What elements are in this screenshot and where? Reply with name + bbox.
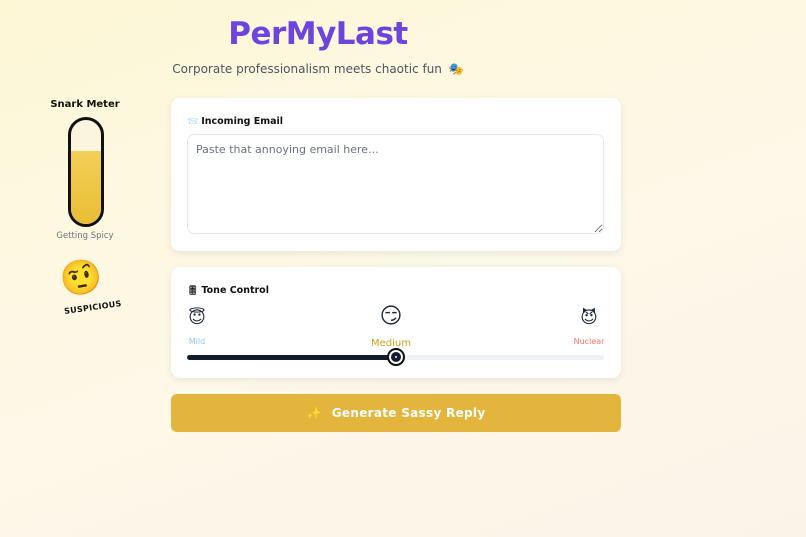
email-input[interactable] — [187, 134, 604, 234]
tone-slider-fill — [187, 355, 396, 360]
incoming-email-label: 📨 Incoming Email — [187, 116, 283, 127]
incoming-email-label-text: Incoming Email — [201, 116, 284, 127]
level-slider-icon: 🎚 — [187, 286, 199, 296]
devil-face-icon: 😈 — [580, 308, 598, 328]
tone-option-nuclear[interactable]: 😈 Nuclear — [569, 307, 609, 348]
incoming-email-card: 📨 Incoming Email — [171, 98, 621, 251]
tone-option-medium[interactable]: 😏 Medium — [366, 303, 416, 350]
tone-option-nuclear-label: Nuclear — [573, 337, 605, 346]
tone-slider-thumb[interactable] — [386, 348, 405, 366]
sparkles-icon: ✨ — [306, 406, 322, 420]
angel-face-icon: 😇 — [188, 308, 206, 328]
suspicious-face-icon: 🤨 — [56, 254, 106, 302]
snark-meter-title: Snark Meter — [50, 99, 120, 110]
tone-control-label: 🎚 Tone Control — [187, 285, 269, 296]
smirk-face-icon: 😏 — [379, 304, 403, 329]
tone-slider[interactable] — [187, 348, 604, 366]
snark-meter — [68, 117, 104, 227]
tagline-text: Corporate professionalism meets chaotic … — [172, 62, 442, 76]
tone-control-label-text: Tone Control — [201, 285, 269, 296]
mood-label: SUSPICIOUS — [63, 299, 123, 316]
snark-meter-fill — [71, 151, 101, 224]
incoming-envelope-icon: 📨 — [187, 117, 199, 127]
snark-meter-status: Getting Spicy — [56, 231, 114, 241]
generate-reply-label: Generate Sassy Reply — [331, 406, 486, 420]
tone-option-medium-label: Medium — [371, 338, 411, 349]
tone-option-mild[interactable]: 😇 Mild — [185, 307, 209, 348]
theater-masks-icon: 🎭 — [448, 62, 464, 76]
app-title: PerMyLast — [228, 16, 408, 52]
tone-option-mild-label: Mild — [188, 337, 206, 346]
tone-control-card: 🎚 Tone Control 😇 Mild 😏 Medium 😈 Nuclear — [171, 267, 621, 378]
tagline: Corporate professionalism meets chaotic … — [0, 62, 636, 76]
generate-reply-button[interactable]: ✨ Generate Sassy Reply — [171, 394, 621, 432]
